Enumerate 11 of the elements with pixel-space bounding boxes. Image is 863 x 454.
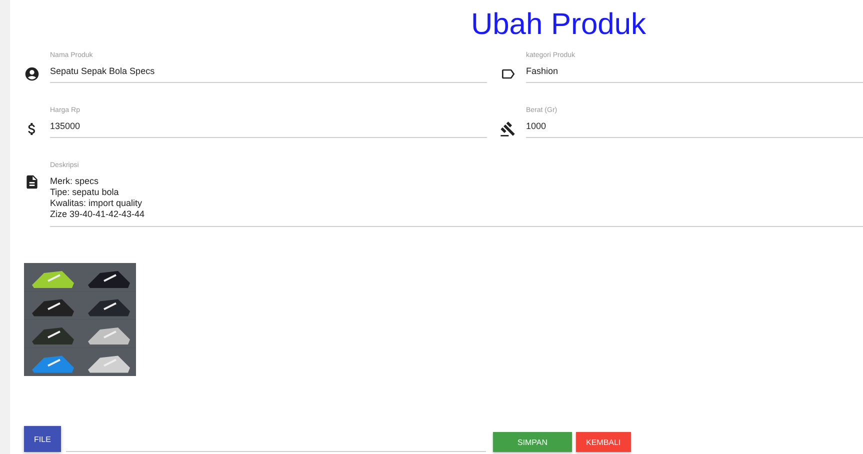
gavel-icon <box>500 120 516 136</box>
file-button[interactable]: FILE <box>24 426 61 452</box>
input-field[interactable]: 135000 <box>50 121 487 131</box>
input-field[interactable]: Sepatu Sepak Bola Specs <box>50 66 487 76</box>
input-field[interactable]: Fashion <box>526 66 863 76</box>
text-area[interactable]: Merk: specs Tipe: sepatu bola Kwalitas: import quality Zize 39-40-41-42-43-44 <box>50 176 863 222</box>
page-title: Ubah Produk <box>470 8 646 42</box>
back-button[interactable]: KEMBALI <box>576 432 631 452</box>
document-icon <box>24 174 40 190</box>
input-field[interactable]: 1000 <box>526 121 863 131</box>
account-icon <box>24 66 40 82</box>
